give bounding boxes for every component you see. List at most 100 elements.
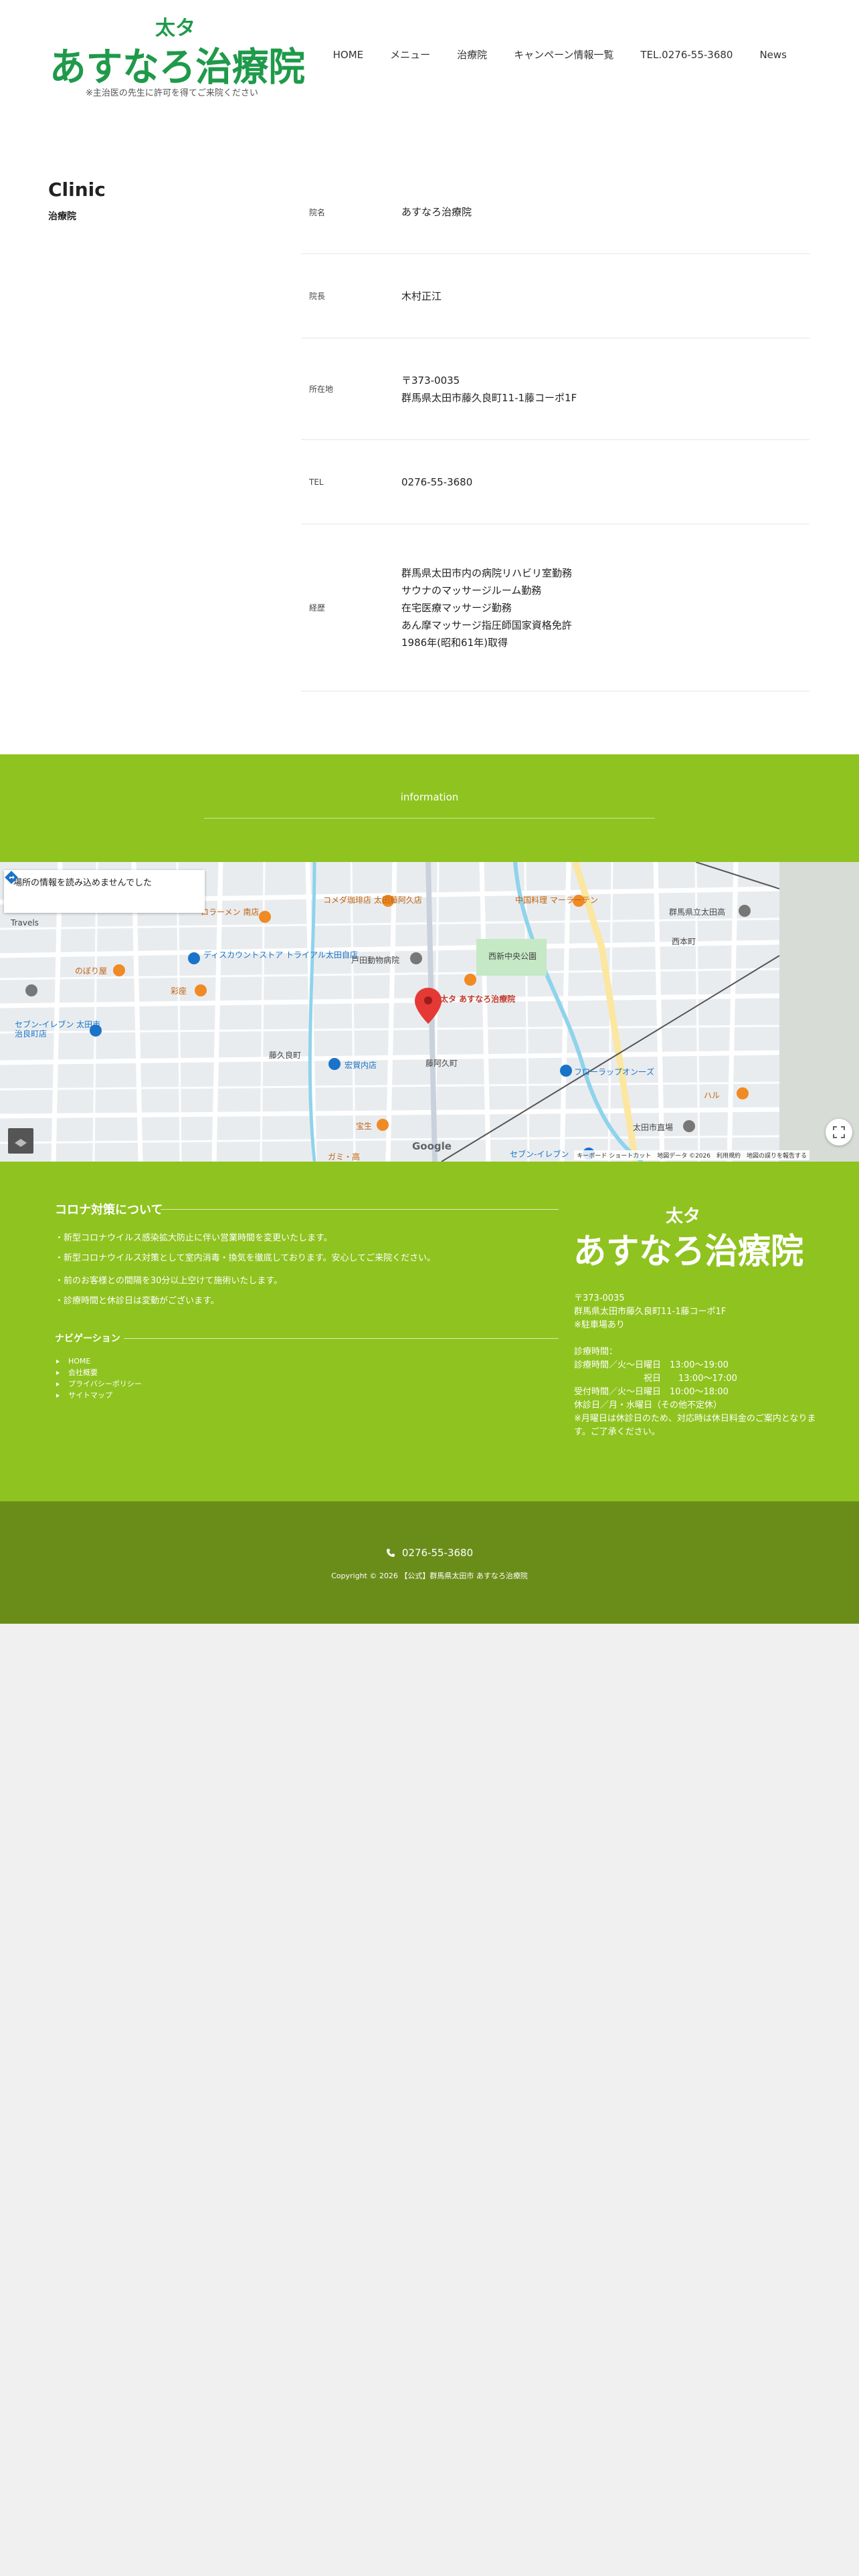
address-line: 診療時間／火～日曜日 13:00～19:00 (574, 1360, 729, 1370)
list-item: ・診療時間と休診日は変動がございます。 (55, 1296, 219, 1306)
logo-note: ※主治医の先生に許可を得てご来院ください (86, 88, 258, 98)
logo-image: 太タ あすなろ治療院 (50, 17, 305, 90)
table-row: 院長 木村正江 (301, 254, 809, 338)
value-line: 1986年(昭和61年)取得 (401, 636, 508, 649)
map-label: セブン-イレブン 太田市治良町店 (15, 1020, 101, 1039)
divider (204, 818, 655, 819)
address-line: 診療時間： (574, 1347, 618, 1357)
clinic-section: Clinic 治療院 院名 あすなろ治療院 院長 木村正江 所在地 〒373-0… (0, 117, 859, 754)
table-row: 所在地 〒373-0035 群馬県太田市藤久良町11-1藤コーポ1F (301, 338, 809, 440)
map-error-text: 場所の情報を読み込めませんでした (13, 878, 152, 888)
address-line: 受付時間／火～日曜日 10:00～18:00 (574, 1387, 729, 1397)
map-label: 太田市直場 (633, 1123, 674, 1132)
nav-news[interactable]: News (746, 47, 800, 63)
map-label: 戸田動物病院 (351, 956, 400, 965)
nav-home[interactable]: HOME (320, 47, 377, 63)
information-title: information (400, 791, 459, 803)
divider (124, 1338, 559, 1339)
map-label: 宝生 (356, 1121, 373, 1131)
site-header: 太タ あすなろ治療院 ※主治医の先生に許可を得てご来院ください HOME メニュ… (0, 0, 859, 117)
address-line: 〒373-0035 (574, 1293, 625, 1303)
value-line: サウナのマッサージルーム勤務 (401, 584, 542, 597)
address-line: ※月曜日は休診日のため、対応時は休日料金のご案内となります。ご了承ください。 (574, 1414, 816, 1437)
map-label: 群馬県立太田高 (669, 907, 726, 917)
footer-nav-company[interactable]: 会社概要 (55, 1367, 142, 1378)
row-value: 0276-55-3680 (401, 473, 809, 491)
list-item: ・新型コロナウイルス対策として室内消毒・換気を徹底しております。安心してご来院く… (55, 1253, 436, 1263)
footer-tel[interactable]: 0276-55-3680 (0, 1547, 859, 1559)
footer-address: 〒373-0035 群馬県太田市藤久良町11-1藤コーポ1F ※駐車場あり 診療… (574, 1292, 828, 1439)
value-line: 木村正江 (401, 290, 442, 302)
corona-list: ・新型コロナウイルス感染拡大防止に伴い営業時間を変更いたします。 ・新型コロナウ… (55, 1228, 436, 1311)
site-logo[interactable]: 太タ あすなろ治療院 (48, 13, 309, 97)
map-label: フローラップオン一ズ (574, 1067, 655, 1077)
logo-main-text: あすなろ治療院 (50, 44, 305, 90)
footer-logo-image: 太タ あすなろ治療院 (573, 1206, 803, 1272)
map-label: 藤阿久町 (425, 1059, 458, 1068)
row-label: 所在地 (309, 385, 334, 394)
map-label: ガミ・高 (328, 1152, 361, 1162)
nav-tel[interactable]: TEL.0276-55-3680 (627, 47, 746, 63)
navigation-title: ナビゲーション (55, 1333, 120, 1344)
copyright: Copyright © 2026 【公式】群馬県太田市 あすなろ治療院 (331, 1572, 528, 1580)
layers-icon (15, 1139, 27, 1147)
google-logo: Google (412, 1140, 452, 1152)
footer-logo[interactable]: 太タ あすなろ治療院 (572, 1202, 806, 1275)
row-label: 院名 (309, 207, 326, 217)
value-line: 0276-55-3680 (401, 475, 473, 488)
address-line: 休診日／月・水曜日（その他不定休） (574, 1400, 723, 1410)
map-label: セブン-イレブン (510, 1150, 569, 1159)
map-pin-label[interactable]: 太タ あすなろ治療院 (440, 993, 515, 1004)
address-line: 群馬県太田市藤久良町11-1藤コーポ1F (574, 1307, 727, 1317)
list-item: ・前のお客様との間隔を30分以上空けて施術いたします。 (55, 1276, 283, 1286)
logo-small-text: 太タ (155, 17, 195, 40)
map-label: ロラーメン 南店 (201, 907, 260, 917)
nav-clinic[interactable]: 治療院 (444, 47, 500, 63)
row-value: 木村正江 (401, 288, 809, 305)
value-line: あすなろ治療院 (401, 206, 472, 218)
footer-nav: HOME 会社概要 プライバシーポリシー サイトマップ (55, 1356, 142, 1401)
row-value: 〒373-0035 群馬県太田市藤久良町11-1藤コーポ1F (401, 372, 809, 407)
map-label: Travels (11, 918, 39, 928)
row-value: あすなろ治療院 (401, 203, 809, 221)
value-line: 群馬県太田市内の病院リハビリ室勤務 (401, 566, 573, 579)
footer-nav-sitemap[interactable]: サイトマップ (55, 1390, 142, 1401)
map-layer-button[interactable] (8, 1128, 33, 1154)
map-label: ディスカウントストア トライアル太田自店 (203, 950, 358, 960)
footer-logo-main: あすなろ治療院 (573, 1231, 803, 1272)
map-label: 藤久良町 (269, 1051, 302, 1060)
list-item: ・新型コロナウイルス感染拡大防止に伴い営業時間を変更いたします。 (55, 1233, 332, 1243)
table-row: TEL 0276-55-3680 (301, 440, 809, 524)
tel-number: 0276-55-3680 (401, 1547, 474, 1559)
table-row: 経歴 群馬県太田市内の病院リハビリ室勤務 サウナのマッサージルーム勤務 在宅医療… (301, 524, 809, 691)
page-title: Clinic (48, 179, 106, 201)
map-label: コメダ珈琲店 太田藤阿久店 (323, 895, 422, 905)
corona-title: コロナ対策について (55, 1203, 163, 1217)
footer-nav-privacy[interactable]: プライバシーポリシー (55, 1378, 142, 1390)
address-line: 祝日 13:00～17:00 (574, 1374, 737, 1384)
map-attribution[interactable]: キーボード ショートカット 地図データ ©2026 利用規約 地図の誤りを報告す… (574, 1150, 809, 1160)
footer-nav-home[interactable]: HOME (55, 1356, 142, 1367)
nav-campaign[interactable]: キャンペーン情報一覧 (500, 47, 627, 63)
directions-icon[interactable] (4, 870, 19, 885)
footer-logo-small: 太タ (666, 1206, 700, 1226)
map-label: 中国料理 マーラーテン (515, 895, 598, 905)
value-line: 在宅医療マッサージ勤務 (401, 601, 512, 614)
page-subtitle: 治療院 (48, 211, 76, 222)
divider (161, 1209, 559, 1210)
site-footer: コロナ対策について ・新型コロナウイルス感染拡大防止に伴い営業時間を変更いたしま… (0, 1162, 859, 1501)
phone-icon (386, 1549, 395, 1557)
bottom-bar: 0276-55-3680 Copyright © 2026 【公式】群馬県太田市… (0, 1501, 859, 1624)
information-band: information (0, 754, 859, 862)
row-label: 経歴 (309, 603, 326, 613)
map-error-box: 場所の情報を読み込めませんでした (4, 870, 205, 913)
map-label: 西新中央公園 (488, 952, 537, 961)
fullscreen-button[interactable] (826, 1119, 852, 1146)
address-line: ※駐車場あり (574, 1320, 625, 1330)
google-map[interactable]: ロラーメン 南店 コメダ珈琲店 太田藤阿久店 中国料理 マーラーテン 群馬県立太… (0, 862, 859, 1162)
nav-menu[interactable]: メニュー (377, 47, 444, 63)
clinic-info-table: 院名 あすなろ治療院 院長 木村正江 所在地 〒373-0035 群馬県太田市藤… (301, 171, 809, 691)
row-label: 院長 (309, 292, 326, 301)
map-label: のぼり屋 (75, 966, 108, 976)
value-line: 群馬県太田市藤久良町11-1藤コーポ1F (401, 391, 577, 404)
